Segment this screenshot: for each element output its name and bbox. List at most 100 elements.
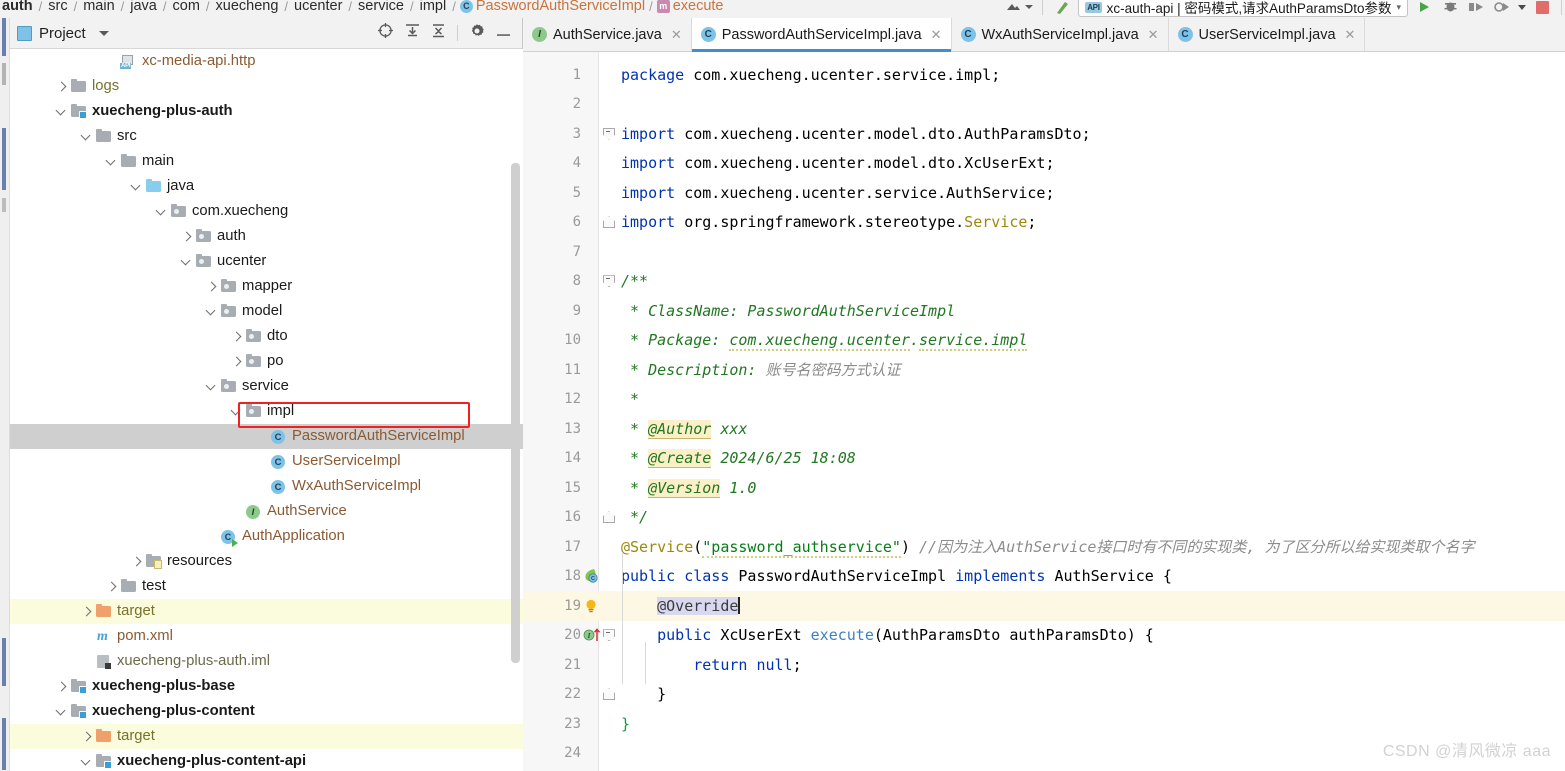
chevron-right-icon[interactable] — [230, 355, 244, 369]
tree-item-xuecheng-plus-content-api[interactable]: xuecheng-plus-content-api — [10, 749, 523, 771]
breadcrumb-segment[interactable]: ucenter — [292, 0, 344, 14]
code-line[interactable]: 8 /** — [523, 267, 1565, 297]
tree-item-authservice[interactable]: I AuthService — [10, 499, 523, 524]
gutter-icon-slot[interactable] — [583, 598, 599, 614]
code-folding-marker[interactable] — [602, 627, 614, 643]
make-project-icon[interactable] — [1052, 0, 1072, 16]
chevron-right-icon[interactable] — [180, 230, 194, 244]
chevron-down-icon[interactable] — [80, 755, 94, 769]
chevron-down-icon[interactable] — [80, 130, 94, 144]
editor-tab-authservice[interactable]: I AuthService.java ✕ — [523, 18, 692, 51]
tree-item-xuecheng-plus-base[interactable]: xuecheng-plus-base — [10, 674, 523, 699]
run-button[interactable] — [1414, 0, 1434, 16]
tree-item-main[interactable]: main — [10, 149, 523, 174]
code-line[interactable]: 20 I public XcUserExt execute(AuthParamsD… — [523, 621, 1565, 651]
chevron-down-icon[interactable] — [1025, 5, 1034, 9]
chevron-right-icon[interactable] — [55, 680, 69, 694]
code-line[interactable]: 23} — [523, 709, 1565, 739]
expand-all-icon[interactable] — [405, 23, 420, 44]
editor-tab-bar[interactable]: I AuthService.java ✕ C PasswordAuthServiceIm… — [523, 18, 1565, 52]
code-folding-marker[interactable] — [602, 509, 614, 525]
tree-item-resources[interactable]: resources — [10, 549, 523, 574]
chevron-down-icon[interactable] — [55, 705, 69, 719]
editor-tab-wxauthserviceimpl[interactable]: C WxAuthServiceImpl.java ✕ — [951, 18, 1169, 51]
chevron-down-icon[interactable] — [180, 255, 194, 269]
breadcrumb-segment[interactable]: service — [356, 0, 406, 14]
chevron-right-icon[interactable] — [205, 280, 219, 294]
chevron-down-icon[interactable] — [230, 405, 244, 419]
breadcrumb-segment[interactable]: impl — [418, 0, 449, 14]
chevron-right-icon[interactable] — [105, 580, 119, 594]
code-line[interactable]: 16 */ — [523, 503, 1565, 533]
chevron-down-icon[interactable] — [205, 305, 219, 319]
chevron-right-icon[interactable] — [55, 80, 69, 94]
code-line[interactable]: 17 @Service("password_authservice") //因为注… — [523, 532, 1565, 562]
tree-item-impl[interactable]: impl — [10, 399, 523, 424]
debug-button[interactable] — [1440, 0, 1460, 16]
breadcrumb-method[interactable]: m execute — [656, 0, 724, 14]
run-configuration-selector[interactable]: API xc-auth-api | 密码模式,请求AuthParamsDto参数… — [1078, 0, 1408, 17]
code-line[interactable]: 11 * Description: 账号名密码方式认证 — [523, 355, 1565, 385]
code-line[interactable]: 7 — [523, 237, 1565, 267]
breadcrumb-segment[interactable]: com — [171, 0, 202, 14]
tree-item-auth[interactable]: auth — [10, 224, 523, 249]
tree-item-authapplication[interactable]: C AuthApplication — [10, 524, 523, 549]
tree-item-xuecheng-plus-auth[interactable]: xuecheng-plus-auth — [10, 99, 523, 124]
tree-item-pom-xml[interactable]: m pom.xml — [10, 624, 523, 649]
chevron-down-icon[interactable]: ▾ — [1396, 2, 1401, 13]
tree-item-xuecheng-plus-auth-iml[interactable]: xuecheng-plus-auth.iml — [10, 649, 523, 674]
code-line[interactable]: 2 — [523, 90, 1565, 120]
spring-bean-gutter-icon[interactable]: C — [583, 569, 599, 588]
project-panel-title-group[interactable]: Project — [17, 25, 109, 42]
breadcrumb-segment[interactable]: src — [46, 0, 69, 14]
tree-item-target[interactable]: target — [10, 724, 523, 749]
tree-item-target[interactable]: target — [10, 599, 523, 624]
select-opened-file-icon[interactable] — [377, 22, 394, 44]
close-icon[interactable]: ✕ — [1345, 27, 1356, 43]
tree-item-po[interactable]: po — [10, 349, 523, 374]
tree-item-wxauthserviceimpl[interactable]: C WxAuthServiceImpl — [10, 474, 523, 499]
code-line[interactable]: 18 Cpublic class PasswordAuthServiceImpl … — [523, 562, 1565, 592]
tree-item-logs[interactable]: logs — [10, 74, 523, 99]
tree-item-xuecheng-plus-content[interactable]: xuecheng-plus-content — [10, 699, 523, 724]
code-folding-marker[interactable] — [602, 686, 614, 702]
code-line[interactable]: 1 package com.xuecheng.ucenter.service.im… — [523, 60, 1565, 90]
project-tree[interactable]: API xc-media-api.http logs xuecheng-plus-au… — [10, 49, 523, 771]
tree-item-java[interactable]: java — [10, 174, 523, 199]
tree-item-com-xuecheng[interactable]: com.xuecheng — [10, 199, 523, 224]
tree-item-passwordauthserviceimpl[interactable]: C PasswordAuthServiceImpl — [10, 424, 523, 449]
tree-item-ucenter[interactable]: ucenter — [10, 249, 523, 274]
chevron-right-icon[interactable] — [130, 555, 144, 569]
upload-icon[interactable] — [1003, 0, 1023, 16]
chevron-down-icon[interactable] — [55, 105, 69, 119]
code-line[interactable]: 22 } — [523, 680, 1565, 710]
tree-item-src[interactable]: src — [10, 124, 523, 149]
breadcrumb-segment[interactable]: auth — [0, 0, 35, 14]
breadcrumb-segment[interactable]: main — [81, 0, 116, 14]
project-tree-scrollbar[interactable] — [511, 163, 520, 663]
code-line[interactable]: 19 @Override — [523, 591, 1565, 621]
chevron-down-icon[interactable] — [98, 30, 109, 36]
code-line[interactable]: 12 * — [523, 385, 1565, 415]
collapse-all-icon[interactable] — [431, 23, 446, 44]
chevron-right-icon[interactable] — [230, 330, 244, 344]
tree-item-xc-media-api-http[interactable]: API xc-media-api.http — [10, 49, 523, 74]
breadcrumb-segment[interactable]: java — [128, 0, 159, 14]
hide-panel-icon[interactable] — [496, 24, 511, 42]
tree-item-service[interactable]: service — [10, 374, 523, 399]
code-line[interactable]: 9 * ClassName: PasswordAuthServiceImpl — [523, 296, 1565, 326]
tool-window-stripe[interactable] — [0, 18, 10, 771]
profile-button[interactable] — [1492, 0, 1512, 16]
gutter-icon-slot[interactable]: I — [583, 627, 601, 643]
code-line[interactable]: 10 * Package: com.xuecheng.ucenter.servi… — [523, 326, 1565, 356]
chevron-down-icon[interactable] — [130, 180, 144, 194]
chevron-down-icon[interactable] — [105, 155, 119, 169]
code-line[interactable]: 5 import com.xuecheng.ucenter.service.Aut… — [523, 178, 1565, 208]
editor-tab-userserviceimpl[interactable]: C UserServiceImpl.java ✕ — [1168, 18, 1366, 51]
more-actions-icon[interactable] — [1518, 4, 1526, 10]
tree-item-dto[interactable]: dto — [10, 324, 523, 349]
run-with-coverage-button[interactable] — [1466, 0, 1486, 16]
code-folding-marker[interactable] — [602, 126, 614, 142]
chevron-down-icon[interactable] — [155, 205, 169, 219]
code-line[interactable]: 4 import com.xuecheng.ucenter.model.dto.X… — [523, 149, 1565, 179]
